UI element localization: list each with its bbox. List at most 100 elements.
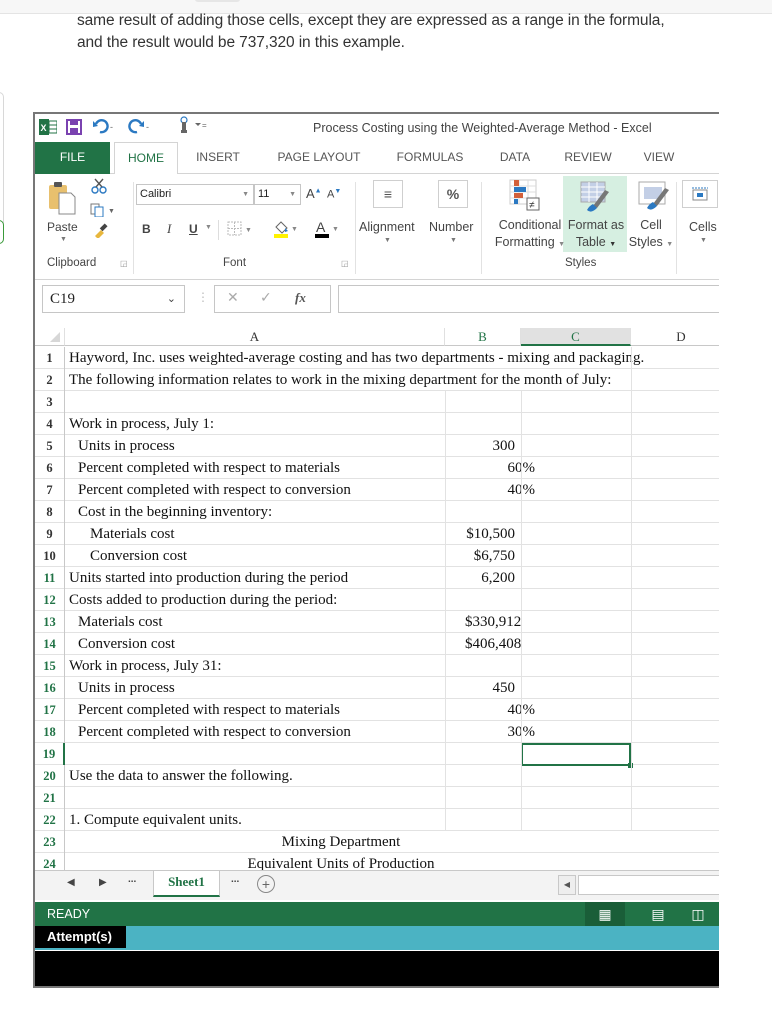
tab-home[interactable]: HOME <box>114 142 178 175</box>
row-header[interactable]: 20 <box>35 765 65 787</box>
cells-icon[interactable] <box>682 180 718 208</box>
cell-a[interactable]: Materials cost <box>90 523 175 545</box>
paste-dropdown[interactable]: ▼ <box>60 236 67 243</box>
row-header[interactable]: 21 <box>35 787 65 809</box>
alignment-label[interactable]: Alignment <box>359 220 415 234</box>
format-painter-icon[interactable] <box>93 222 109 243</box>
next-sheet-icon[interactable]: ▶ <box>99 877 107 888</box>
cell-a[interactable]: Materials cost <box>78 611 163 633</box>
paste-icon[interactable] <box>47 180 77 221</box>
cell-a[interactable]: Conversion cost <box>78 633 175 655</box>
cell-a[interactable]: Units started into production during the… <box>69 567 348 589</box>
row-header[interactable]: 14 <box>35 633 65 655</box>
cell-a[interactable]: Percent completed with respect to materi… <box>78 457 340 479</box>
format-as-table-icon[interactable] <box>579 178 615 219</box>
borders-icon[interactable]: ▼ <box>227 221 253 242</box>
row-header[interactable]: 3 <box>35 391 65 413</box>
cell-a[interactable]: Costs added to production during the per… <box>69 589 337 611</box>
row-header[interactable]: 11 <box>35 567 65 589</box>
cell-styles-button[interactable]: Cell Styles ▼ <box>627 217 675 253</box>
enter-icon[interactable]: ✓ <box>260 290 272 306</box>
number-label[interactable]: Number <box>429 220 473 234</box>
font-size-box[interactable]: 11 ▼ <box>254 184 301 205</box>
row-header[interactable]: 19 <box>35 743 65 765</box>
tab-file[interactable]: FILE <box>35 142 110 174</box>
more-sheets-left[interactable]: ... <box>128 874 136 885</box>
row-header[interactable]: 15 <box>35 655 65 677</box>
underline-button[interactable]: U <box>189 222 198 236</box>
cell-b[interactable]: 40% <box>485 479 536 501</box>
cell-b[interactable]: 450 <box>465 677 516 699</box>
cell-b[interactable]: 40% <box>485 699 536 721</box>
cell-b[interactable] <box>465 809 515 831</box>
column-header-c[interactable]: C <box>521 328 631 346</box>
cell-a[interactable]: Percent completed with respect to conver… <box>78 721 351 743</box>
formula-bar-grip[interactable]: ⋮ <box>197 290 209 304</box>
selected-cell-c19[interactable] <box>521 743 633 768</box>
horizontal-scrollbar[interactable] <box>578 875 719 895</box>
cell-a[interactable]: Work in process, July 31: <box>69 655 222 677</box>
fill-color-icon[interactable]: ▼ <box>273 219 299 244</box>
cell-b[interactable]: $330,912 <box>465 611 521 633</box>
copy-icon[interactable]: ▼ <box>90 203 116 222</box>
page-break-view-icon[interactable]: ◫ <box>678 902 718 926</box>
number-format-icon[interactable]: % <box>438 180 468 208</box>
conditional-formatting-button[interactable]: Conditional Formatting ▼ <box>490 217 570 253</box>
sheet-tab-sheet1[interactable]: Sheet1 <box>153 871 220 897</box>
row-header[interactable]: 22 <box>35 809 65 831</box>
cell-b[interactable] <box>465 413 515 435</box>
row-header[interactable]: 17 <box>35 699 65 721</box>
cell-b[interactable] <box>465 655 515 677</box>
page-layout-view-icon[interactable]: ▤ <box>638 902 678 926</box>
bold-button[interactable]: B <box>142 222 151 236</box>
cell-b[interactable]: 60% <box>485 457 536 479</box>
undo-icon[interactable]: - <box>92 118 118 139</box>
cell-a[interactable]: Hayword, Inc. uses weighted-average cost… <box>69 347 644 369</box>
redo-icon[interactable]: - <box>127 118 153 139</box>
save-icon[interactable] <box>66 119 82 140</box>
cell-b[interactable]: 300 <box>465 435 516 457</box>
row-header[interactable]: 18 <box>35 721 65 743</box>
row-header[interactable]: 1 <box>35 347 65 369</box>
cell-a[interactable]: Percent completed with respect to conver… <box>78 479 351 501</box>
add-sheet-icon[interactable]: + <box>257 875 275 893</box>
tab-insert[interactable]: INSERT <box>187 142 249 174</box>
name-box[interactable]: C19 ⌄ <box>42 285 185 313</box>
format-as-table-button[interactable]: Format as Table ▼ <box>565 217 627 253</box>
row-header[interactable]: 16 <box>35 677 65 699</box>
conditional-formatting-icon[interactable]: ≠ <box>508 178 542 219</box>
underline-dropdown[interactable]: ▼ <box>205 224 212 231</box>
cell-b[interactable] <box>465 743 515 765</box>
row-header[interactable]: 7 <box>35 479 65 501</box>
touch-mode-icon[interactable]: = <box>178 116 208 139</box>
cell-a[interactable]: Percent completed with respect to materi… <box>78 699 340 721</box>
row-header[interactable]: 2 <box>35 369 65 391</box>
tab-page-layout[interactable]: PAGE LAYOUT <box>267 142 371 174</box>
cell-a[interactable]: Conversion cost <box>90 545 187 567</box>
row-header[interactable]: 12 <box>35 589 65 611</box>
cell-a[interactable]: Work in process, July 1: <box>69 413 214 435</box>
cell-b[interactable] <box>465 501 515 523</box>
cell-a[interactable]: The following information relates to wor… <box>69 369 611 391</box>
italic-button[interactable]: I <box>167 221 171 237</box>
normal-view-icon[interactable]: ▦ <box>585 902 625 926</box>
cut-icon[interactable] <box>91 178 107 199</box>
font-color-icon[interactable]: A ▼ <box>314 219 340 244</box>
cell-a[interactable]: Use the data to answer the following. <box>69 765 293 787</box>
font-launcher-icon[interactable]: ◲ <box>341 259 349 268</box>
cell-b[interactable]: 6,200 <box>465 567 515 589</box>
cell-b[interactable] <box>465 787 515 809</box>
name-box-dropdown-icon[interactable]: ⌄ <box>167 286 176 312</box>
tab-formulas[interactable]: FORMULAS <box>385 142 475 174</box>
increase-font-icon[interactable]: A▲ <box>306 186 322 201</box>
cells-label[interactable]: Cells <box>689 220 717 234</box>
cell-styles-icon[interactable] <box>637 178 673 219</box>
row-header[interactable]: 4 <box>35 413 65 435</box>
tab-review[interactable]: REVIEW <box>559 142 617 174</box>
cell-b[interactable]: $10,500 <box>465 523 515 545</box>
cancel-icon[interactable]: ✕ <box>227 290 239 306</box>
column-header-b[interactable]: B <box>445 328 521 346</box>
row-header[interactable]: 9 <box>35 523 65 545</box>
cell-b[interactable] <box>465 369 515 391</box>
cell-merged-heading[interactable]: Mixing Department <box>67 831 615 853</box>
